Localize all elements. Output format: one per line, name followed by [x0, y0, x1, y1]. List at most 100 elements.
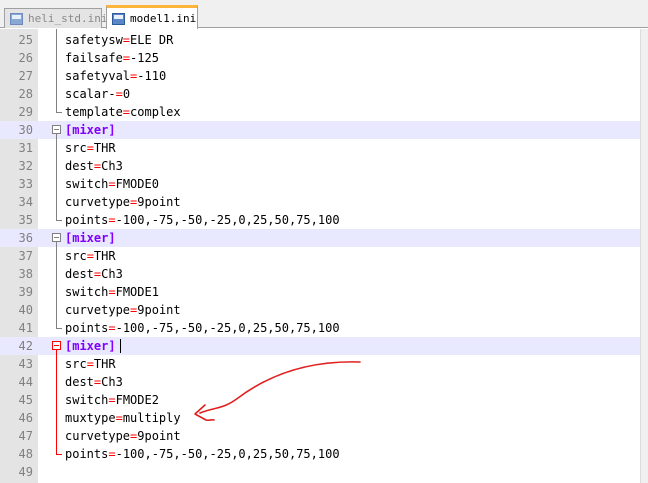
fold-guide-end: [56, 220, 62, 221]
equals-sign: =: [108, 285, 116, 299]
ini-value: Ch3: [101, 267, 123, 281]
ini-value: Ch3: [101, 159, 123, 173]
text-caret: [120, 339, 121, 353]
code-line[interactable]: 41 points=-100,-75,-50,-25,0,25,50,75,100: [0, 319, 640, 337]
section-line[interactable]: 36 [mixer]: [0, 229, 640, 247]
line-number: 46: [18, 411, 33, 425]
line-number: 32: [18, 159, 33, 173]
line-text: points=-100,-75,-50,-25,0,25,50,75,100: [65, 445, 340, 463]
equals-sign: =: [122, 33, 131, 47]
equals-sign: =: [122, 51, 131, 65]
line-number: 40: [18, 303, 33, 317]
ini-value: Ch3: [101, 375, 123, 389]
code-line[interactable]: 43 src=THR: [0, 355, 640, 373]
ini-key: points: [65, 447, 109, 461]
code-line[interactable]: 47 curvetype=9point: [0, 427, 640, 445]
code-line[interactable]: 27 safetyval=-110: [0, 67, 640, 85]
fold-toggle-icon[interactable]: [52, 125, 61, 134]
line-number: 33: [18, 177, 33, 191]
line-text: dest=Ch3: [65, 265, 123, 283]
code-line[interactable]: 46 muxtype=multiply: [0, 409, 640, 427]
line-text: switch=FMODE1: [65, 283, 159, 301]
ini-value: -100,-75,-50,-25,0,25,50,75,100: [115, 321, 340, 335]
tab-heli-std-ini[interactable]: heli_std.ini: [4, 8, 107, 28]
tab-label: heli_std.ini: [28, 12, 108, 25]
line-text: muxtype=multiply: [65, 409, 181, 427]
ini-key: muxtype: [65, 411, 116, 425]
fold-guide-end: [56, 328, 62, 329]
ini-value: 9point: [137, 303, 181, 317]
code-line[interactable]: 26 failsafe=-125: [0, 49, 640, 67]
ini-value: THR: [93, 357, 116, 371]
code-line[interactable]: 25 safetysw=ELE DR: [0, 31, 640, 49]
code-line[interactable]: 33 switch=FMODE0: [0, 175, 640, 193]
tab-bar: heli_std.ini model1.ini: [0, 0, 648, 29]
ini-key: scalar-: [65, 87, 116, 101]
ini-key: curvetype: [65, 303, 131, 317]
line-number: 42: [18, 339, 33, 353]
line-number: 34: [18, 195, 33, 209]
line-number: 30: [18, 123, 33, 137]
line-text: points=-100,-75,-50,-25,0,25,50,75,100: [65, 319, 340, 337]
code-line[interactable]: 45 switch=FMODE2: [0, 391, 640, 409]
code-line[interactable]: 49: [0, 463, 640, 481]
code-line[interactable]: 48 points=-100,-75,-50,-25,0,25,50,75,100: [0, 445, 640, 463]
section-line[interactable]: 30 [mixer]: [0, 121, 640, 139]
ini-key: dest: [65, 375, 94, 389]
line-text: switch=FMODE0: [65, 175, 159, 193]
equals-sign: =: [108, 213, 116, 227]
line-text: dest=Ch3: [65, 157, 123, 175]
code-line[interactable]: 39 switch=FMODE1: [0, 283, 640, 301]
ini-value: complex: [130, 105, 181, 119]
line-number: 26: [18, 51, 33, 65]
tab-model1-ini[interactable]: model1.ini: [106, 5, 198, 29]
ini-key: points: [65, 213, 109, 227]
ini-value: FMODE1: [115, 285, 159, 299]
ini-key: switch: [65, 285, 109, 299]
ini-key: dest: [65, 159, 94, 173]
code-line[interactable]: 34 curvetype=9point: [0, 193, 640, 211]
ini-key: failsafe: [65, 51, 123, 65]
ini-value: -100,-75,-50,-25,0,25,50,75,100: [115, 213, 340, 227]
line-text: safetysw=ELE DR: [65, 31, 173, 49]
line-text: failsafe=-125: [65, 49, 159, 67]
line-number: 44: [18, 375, 33, 389]
code-line[interactable]: 28 scalar-=0: [0, 85, 640, 103]
fold-toggle-icon[interactable]: [52, 233, 61, 242]
code-line[interactable]: 40 curvetype=9point: [0, 301, 640, 319]
save-file-icon: [10, 12, 23, 26]
line-text: points=-100,-75,-50,-25,0,25,50,75,100: [65, 211, 340, 229]
section-line[interactable]: 42 [mixer]: [0, 337, 640, 355]
line-text: src=THR: [65, 247, 116, 265]
code-line[interactable]: 32 dest=Ch3: [0, 157, 640, 175]
fold-guide-line: [56, 350, 57, 454]
ini-key: switch: [65, 393, 109, 407]
equals-sign: =: [108, 393, 116, 407]
line-number: 31: [18, 141, 33, 155]
line-number: 41: [18, 321, 33, 335]
line-number: 47: [18, 429, 33, 443]
code-line[interactable]: 37 src=THR: [0, 247, 640, 265]
vertical-scrollbar[interactable]: [640, 29, 648, 483]
line-number: 48: [18, 447, 33, 461]
equals-sign: =: [108, 321, 116, 335]
equals-sign: =: [108, 177, 116, 191]
code-line[interactable]: 29 template=complex: [0, 103, 640, 121]
fold-toggle-icon[interactable]: [52, 341, 61, 350]
code-line[interactable]: 31 src=THR: [0, 139, 640, 157]
section-header: [mixer]: [65, 231, 116, 245]
line-text: [mixer]: [65, 337, 116, 355]
code-line[interactable]: 35 points=-100,-75,-50,-25,0,25,50,75,100: [0, 211, 640, 229]
ini-value: ELE DR: [130, 33, 174, 47]
tab-label: model1.ini: [130, 12, 197, 25]
line-text: safetyval=-110: [65, 67, 166, 85]
ini-key: src: [65, 249, 87, 263]
equals-sign: =: [86, 141, 94, 155]
line-text: switch=FMODE2: [65, 391, 159, 409]
equals-sign: =: [115, 411, 123, 425]
line-text: scalar-=0: [65, 85, 130, 103]
code-line[interactable]: 38 dest=Ch3: [0, 265, 640, 283]
line-text: src=THR: [65, 139, 116, 157]
code-editor[interactable]: 25 safetysw=ELE DR 26 failsafe=-125 27 safety…: [0, 29, 640, 483]
code-line[interactable]: 44 dest=Ch3: [0, 373, 640, 391]
